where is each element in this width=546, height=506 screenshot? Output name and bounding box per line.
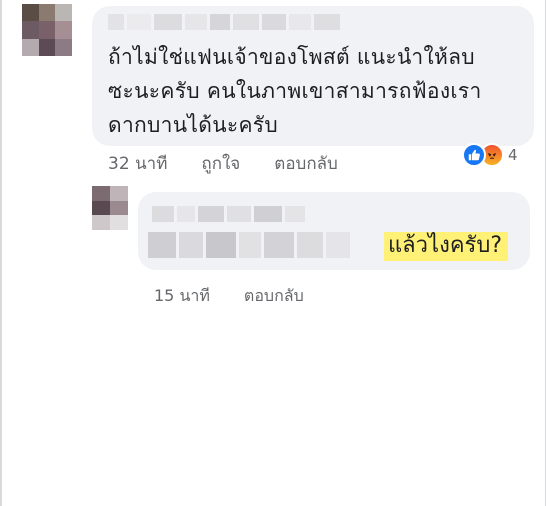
comment-text: ถ้าไม่ใช่แฟนเจ้าของโพสต์ แนะนำให้ลบ ซะนะ…: [108, 40, 528, 142]
comment-timestamp[interactable]: 32 นาที: [108, 150, 167, 177]
reply-avatar-pixelated[interactable]: [92, 186, 128, 230]
reaction-summary[interactable]: 4: [462, 143, 518, 167]
comment-text-line: ถ้าไม่ใช่แฟนเจ้าของโพสต์ แนะนำให้ลบ: [108, 45, 475, 69]
reply-bubble: แล้วไงครับ?: [138, 192, 530, 270]
comment-text-line: ดากบานได้นะครับ: [108, 113, 279, 137]
reaction-count: 4: [508, 146, 518, 164]
reply-actions: 15 นาที ตอบกลับ: [154, 284, 304, 309]
like-link[interactable]: ถูกใจ: [201, 150, 240, 177]
comment-text-line: ซะนะครับ คนในภาพเขาสามารถฟ้องเรา: [108, 79, 482, 103]
reply-highlighted-text: แล้วไงครับ?: [384, 232, 508, 261]
reply-name-pixelated[interactable]: [152, 206, 305, 222]
like-icon: [462, 143, 486, 167]
frame-left-edge: [0, 0, 2, 506]
commenter-name-pixelated[interactable]: [108, 14, 340, 30]
comment-actions: 32 นาที ถูกใจ ตอบกลับ: [108, 150, 338, 177]
comment-bubble: ถ้าไม่ใช่แฟนเจ้าของโพสต์ แนะนำให้ลบ ซะนะ…: [92, 6, 534, 146]
reply-link[interactable]: ตอบกลับ: [274, 150, 338, 177]
reply-timestamp[interactable]: 15 นาที: [154, 284, 210, 309]
reply-text-pixelated: [148, 232, 350, 258]
commenter-avatar-pixelated[interactable]: [22, 4, 72, 56]
reply-reply-link[interactable]: ตอบกลับ: [244, 284, 304, 309]
